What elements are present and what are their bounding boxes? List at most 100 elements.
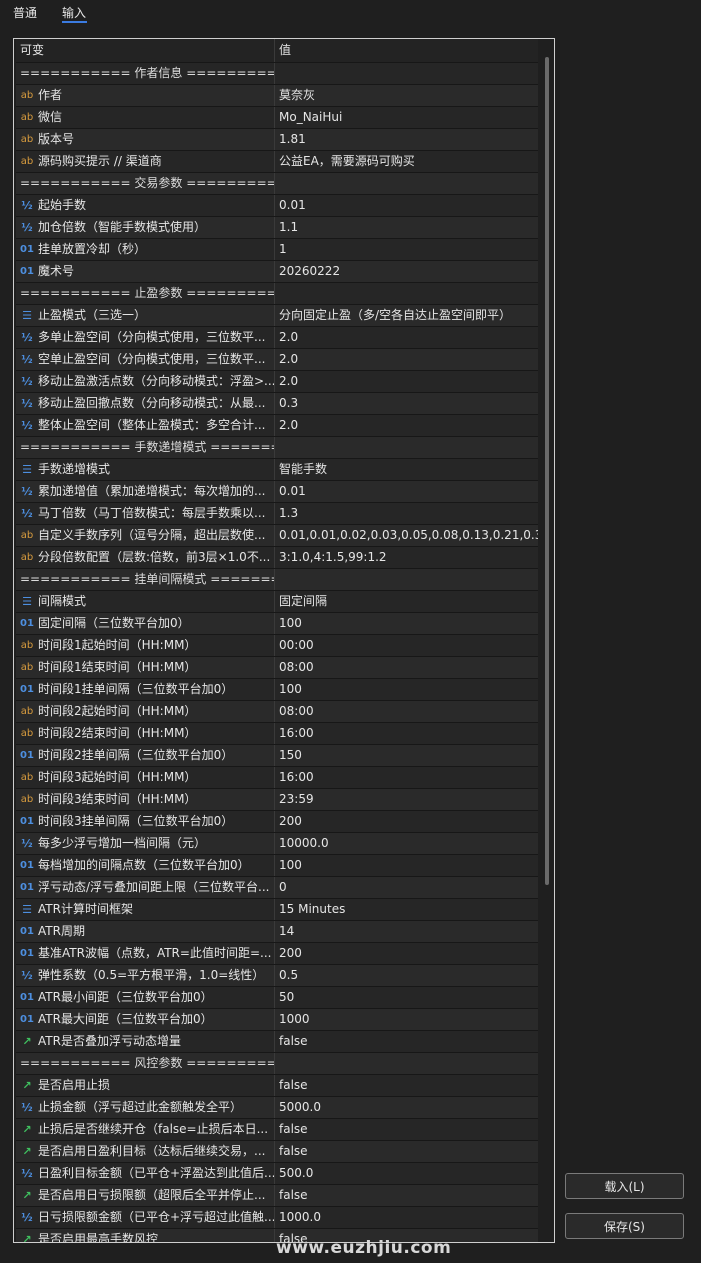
parameter-row[interactable]: ½ 每多少浮亏增加一档间隔（元） 10000.0 <box>16 833 538 855</box>
parameter-value[interactable]: 100 <box>277 855 538 876</box>
parameter-value[interactable]: 1000 <box>277 1009 538 1030</box>
parameter-value[interactable]: 14 <box>277 921 538 942</box>
parameter-value[interactable]: 200 <box>277 943 538 964</box>
parameter-row[interactable]: 01 时间段2挂单间隔（三位数平台加0） 150 <box>16 745 538 767</box>
parameter-value[interactable]: 莫奈灰 <box>277 85 538 106</box>
tab-general[interactable]: 普通 <box>13 4 37 21</box>
parameter-value[interactable]: 1.1 <box>277 217 538 238</box>
parameter-row[interactable]: ½ 空单止盈空间（分向模式使用，三位数平... 2.0 <box>16 349 538 371</box>
parameter-value[interactable]: 1.81 <box>277 129 538 150</box>
parameter-value[interactable]: 500.0 <box>277 1163 538 1184</box>
parameter-row[interactable]: ↗ 是否启用日盈利目标（达标后继续交易，... false <box>16 1141 538 1163</box>
parameter-row[interactable]: ab 分段倍数配置（层数:倍数，前3层×1.0不... 3:1.0,4:1.5,99… <box>16 547 538 569</box>
parameter-row[interactable]: ½ 日盈利目标金额（已平仓+浮盈达到此值后... 500.0 <box>16 1163 538 1185</box>
parameter-value[interactable]: 公益EA，需要源码可购买 <box>277 151 538 172</box>
section-header-row[interactable]: =========== 交易参数 =========== <box>16 173 538 195</box>
parameter-value[interactable]: false <box>277 1119 538 1140</box>
parameter-row[interactable]: ½ 移动止盈激活点数（分向移动模式：浮盈>... 2.0 <box>16 371 538 393</box>
parameter-value[interactable]: 1.3 <box>277 503 538 524</box>
parameter-value[interactable]: false <box>277 1075 538 1096</box>
parameter-value[interactable] <box>277 173 538 194</box>
parameter-value[interactable]: 2.0 <box>277 371 538 392</box>
section-header-row[interactable]: =========== 手数递增模式 ==========... <box>16 437 538 459</box>
parameter-value[interactable]: 08:00 <box>277 701 538 722</box>
parameter-row[interactable]: ab 时间段1结束时间（HH:MM） 08:00 <box>16 657 538 679</box>
parameter-row[interactable]: 01 挂单放置冷却（秒） 1 <box>16 239 538 261</box>
parameter-row[interactable]: ab 时间段3结束时间（HH:MM） 23:59 <box>16 789 538 811</box>
parameter-row[interactable]: ½ 移动止盈回撤点数（分向移动模式：从最... 0.3 <box>16 393 538 415</box>
parameter-value[interactable] <box>277 283 538 304</box>
parameter-row[interactable]: 01 ATR最大间距（三位数平台加0） 1000 <box>16 1009 538 1031</box>
parameter-value[interactable]: 0.01 <box>277 481 538 502</box>
parameter-value[interactable]: 分向固定止盈（多/空各自达止盈空间即平） <box>277 305 538 326</box>
parameter-row[interactable]: 01 魔术号 20260222 <box>16 261 538 283</box>
section-header-row[interactable]: =========== 止盈参数 =========== <box>16 283 538 305</box>
parameter-row[interactable]: ☰ 止盈模式（三选一） 分向固定止盈（多/空各自达止盈空间即平） <box>16 305 538 327</box>
parameter-value[interactable]: 150 <box>277 745 538 766</box>
parameter-row[interactable]: ½ 止损金额（浮亏超过此金额触发全平） 5000.0 <box>16 1097 538 1119</box>
parameter-row[interactable]: ½ 起始手数 0.01 <box>16 195 538 217</box>
parameter-value[interactable]: 00:00 <box>277 635 538 656</box>
parameter-row[interactable]: ab 作者 莫奈灰 <box>16 85 538 107</box>
parameter-value[interactable]: 100 <box>277 613 538 634</box>
parameter-value[interactable]: 2.0 <box>277 327 538 348</box>
parameter-value[interactable]: 3:1.0,4:1.5,99:1.2 <box>277 547 538 568</box>
parameter-row[interactable]: 01 固定间隔（三位数平台加0） 100 <box>16 613 538 635</box>
parameter-row[interactable]: ½ 弹性系数（0.5=平方根平滑，1.0=线性） 0.5 <box>16 965 538 987</box>
parameter-value[interactable]: 08:00 <box>277 657 538 678</box>
parameter-value[interactable] <box>277 569 538 590</box>
parameter-row[interactable]: ½ 日亏损限额金额（已平仓+浮亏超过此值触... 1000.0 <box>16 1207 538 1229</box>
parameter-value[interactable]: Mo_NaiHui <box>277 107 538 128</box>
parameter-value[interactable] <box>277 1053 538 1074</box>
parameter-row[interactable]: ↗ 止损后是否继续开仓（false=止损后本日... false <box>16 1119 538 1141</box>
parameter-row[interactable]: ½ 加仓倍数（智能手数模式使用） 1.1 <box>16 217 538 239</box>
parameter-row[interactable]: ☰ 手数递增模式 智能手数 <box>16 459 538 481</box>
parameter-row[interactable]: ab 自定义手数序列（逗号分隔，超出层数使... 0.01,0.01,0.02,0.… <box>16 525 538 547</box>
parameter-row[interactable]: ½ 累加递增值（累加递增模式：每次增加的... 0.01 <box>16 481 538 503</box>
parameter-value[interactable]: 0.5 <box>277 965 538 986</box>
parameter-row[interactable]: ab 时间段2起始时间（HH:MM） 08:00 <box>16 701 538 723</box>
parameter-value[interactable]: 5000.0 <box>277 1097 538 1118</box>
parameter-value[interactable]: false <box>277 1141 538 1162</box>
parameter-row[interactable]: ↗ 是否启用止损 false <box>16 1075 538 1097</box>
parameter-value[interactable]: 200 <box>277 811 538 832</box>
parameter-row[interactable]: ↗ 是否启用日亏损限额（超限后全平并停止... false <box>16 1185 538 1207</box>
parameter-row[interactable]: ab 源码购买提示 // 渠道商 公益EA，需要源码可购买 <box>16 151 538 173</box>
parameter-row[interactable]: ab 时间段1起始时间（HH:MM） 00:00 <box>16 635 538 657</box>
parameter-value[interactable]: 0 <box>277 877 538 898</box>
parameter-row[interactable]: 01 时间段1挂单间隔（三位数平台加0） 100 <box>16 679 538 701</box>
parameter-value[interactable]: false <box>277 1185 538 1206</box>
parameter-row[interactable]: ½ 多单止盈空间（分向模式使用，三位数平... 2.0 <box>16 327 538 349</box>
parameter-row[interactable]: 01 时间段3挂单间隔（三位数平台加0） 200 <box>16 811 538 833</box>
parameter-value[interactable]: 0.3 <box>277 393 538 414</box>
parameter-value[interactable]: 1000.0 <box>277 1207 538 1228</box>
parameter-value[interactable]: 16:00 <box>277 723 538 744</box>
parameter-value[interactable]: 10000.0 <box>277 833 538 854</box>
parameter-row[interactable]: 01 每档增加的间隔点数（三位数平台加0） 100 <box>16 855 538 877</box>
parameter-value[interactable]: 2.0 <box>277 415 538 436</box>
parameter-row[interactable]: ☰ 间隔模式 固定间隔 <box>16 591 538 613</box>
parameter-row[interactable]: ½ 马丁倍数（马丁倍数模式：每层手数乘以... 1.3 <box>16 503 538 525</box>
tab-inputs[interactable]: 输入 <box>62 4 86 21</box>
parameter-value[interactable]: 固定间隔 <box>277 591 538 612</box>
parameter-value[interactable] <box>277 437 538 458</box>
load-button[interactable]: 载入(L) <box>565 1173 684 1199</box>
section-header-row[interactable]: =========== 风控参数 =========== <box>16 1053 538 1075</box>
parameter-value[interactable]: false <box>277 1031 538 1052</box>
parameter-value[interactable]: 智能手数 <box>277 459 538 480</box>
parameter-row[interactable]: ab 版本号 1.81 <box>16 129 538 151</box>
parameter-row[interactable]: ab 时间段3起始时间（HH:MM） 16:00 <box>16 767 538 789</box>
parameter-value[interactable]: 23:59 <box>277 789 538 810</box>
parameter-value[interactable]: 2.0 <box>277 349 538 370</box>
parameter-value[interactable]: 16:00 <box>277 767 538 788</box>
parameter-row[interactable]: ↗ ATR是否叠加浮亏动态增量 false <box>16 1031 538 1053</box>
save-button[interactable]: 保存(S) <box>565 1213 684 1239</box>
parameter-value[interactable]: 15 Minutes <box>277 899 538 920</box>
parameter-row[interactable]: ab 微信 Mo_NaiHui <box>16 107 538 129</box>
parameter-value[interactable]: 20260222 <box>277 261 538 282</box>
parameter-value[interactable]: 0.01,0.01,0.02,0.03,0.05,0.08,0.13,0.21,… <box>277 525 538 546</box>
parameter-row[interactable]: 01 浮亏动态/浮亏叠加间距上限（三位数平台... 0 <box>16 877 538 899</box>
parameter-row[interactable]: ☰ ATR计算时间框架 15 Minutes <box>16 899 538 921</box>
parameter-value[interactable] <box>277 63 538 84</box>
parameter-row[interactable]: 01 ATR最小间距（三位数平台加0） 50 <box>16 987 538 1009</box>
